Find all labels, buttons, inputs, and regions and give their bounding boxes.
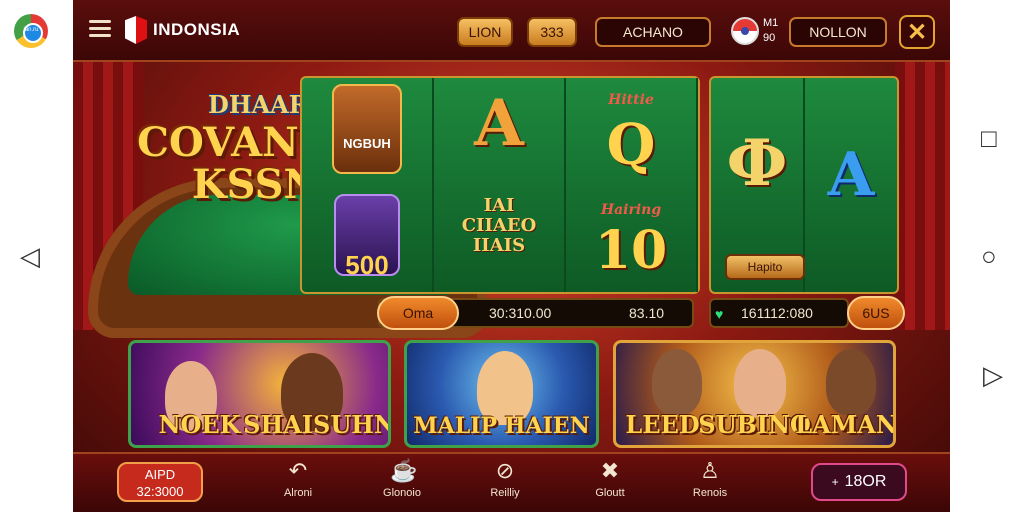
bet-value: 18OR	[844, 473, 887, 490]
close-button[interactable]: ✕	[899, 15, 935, 49]
person-icon: ♙	[700, 458, 720, 483]
info-value-3: 161112:080	[741, 305, 813, 321]
balance-value: 32:3000	[136, 484, 184, 499]
browser-app-icon[interactable]: jan.ru	[14, 14, 48, 48]
top-button-3[interactable]: ACHANO	[595, 17, 711, 47]
flag-icon[interactable]	[731, 17, 759, 45]
card-3-face-3	[826, 349, 876, 415]
card-3-title-right: LAMAN	[795, 410, 896, 439]
top-button-2[interactable]: 333	[527, 17, 577, 47]
nav-item-2[interactable]: ☕ Glonoio	[367, 458, 437, 500]
compass-icon: ⊘	[495, 458, 515, 483]
nav-item-2-label: Glonoio	[383, 487, 421, 499]
game-card-1[interactable]: NOEK SHAISUHN	[128, 340, 391, 448]
info-value-1: 30:310.00	[489, 305, 552, 321]
card-3-face-1	[652, 349, 702, 415]
info-pill-right[interactable]: 6US	[847, 296, 905, 330]
slot-reels-side[interactable]: Ф Hapito A	[709, 76, 899, 294]
curtain-right	[895, 60, 950, 330]
nav-item-5[interactable]: ♙ Renois	[675, 458, 745, 500]
game-card-3[interactable]: LEED SUBINO LAMAN	[613, 340, 896, 448]
nav-item-3-label: Reilliy	[490, 487, 520, 499]
nav-item-5-label: Renois	[692, 487, 728, 499]
flag-text-2: 90	[763, 32, 776, 44]
heart-icon: ♥	[715, 306, 724, 322]
reel-3: Hittie Q Hairing 10	[566, 78, 698, 292]
info-pill-left[interactable]: Oma	[377, 296, 459, 330]
recents-nav-icon[interactable]: □	[981, 125, 997, 151]
card-1-title-right: SHAISUHN	[243, 410, 391, 439]
top-button-1[interactable]: LION	[457, 17, 513, 47]
letter-a-blue-symbol: A	[827, 140, 875, 210]
game-card-2[interactable]: MALIP HAIEN	[404, 340, 599, 448]
reel-4: Ф Hapito	[711, 78, 805, 292]
cup-icon: ☕	[390, 458, 418, 483]
reel-2: A IAI CIIAEO IIAIS	[434, 78, 566, 292]
brand-name: INDONSIA	[153, 20, 241, 39]
nav-item-4[interactable]: ✖ Gloutt	[575, 458, 645, 500]
letter-a-symbol: A	[474, 86, 524, 161]
home-nav-icon[interactable]: ○	[981, 243, 997, 269]
info-value-2: 83.10	[629, 305, 665, 321]
nav-item-3[interactable]: ⊘ Reilliy	[470, 458, 540, 500]
menu-icon[interactable]	[89, 20, 111, 38]
letter-q-symbol: Q	[606, 112, 656, 178]
reel-1: NGBUH 500	[302, 78, 434, 292]
reel-4-symbol: Ф	[726, 126, 788, 201]
reel-3-top-label: Hittie	[608, 92, 654, 108]
number-10-symbol: 10	[594, 220, 668, 281]
card-2-title: MALIP HAIEN	[413, 413, 590, 439]
nav-item-1[interactable]: ↶ Alroni	[263, 458, 333, 500]
flag-text-1: M1	[763, 17, 779, 29]
bottom-bar: AIPD 32:3000 ↶ Alroni ☕ Glonoio ⊘ Reilli…	[73, 452, 950, 512]
reel-3-bottom-label: Hairing	[600, 202, 662, 218]
reel-1-top-label: NGBUH	[343, 136, 391, 151]
slot-reels[interactable]: NGBUH 500 A IAI CIIAEO IIAIS Hittie Q Ha…	[300, 76, 700, 294]
reel-2-bottom-symbol: IAI CIIAEO IIAIS	[461, 195, 537, 256]
back-nav-icon[interactable]: ◁	[20, 243, 40, 269]
hapito-button[interactable]: Hapito	[725, 254, 805, 280]
bet-button[interactable]: + 18OR	[811, 463, 907, 501]
system-right-bar: □ ○ ▷	[950, 0, 1024, 512]
back-arrow-icon: ↶	[288, 458, 308, 483]
balance-label: AIPD	[144, 467, 176, 482]
reel-5: A	[805, 78, 897, 292]
nav-item-4-label: Gloutt	[595, 487, 625, 499]
tools-icon: ✖	[600, 458, 620, 483]
nav-item-1-label: Alroni	[283, 487, 313, 499]
game-screen: INDONSIA LION 333 ACHANO M1 90 NOLLON ✕ …	[73, 0, 950, 512]
browser-icon-label: jan.ru	[23, 27, 39, 33]
brand-logo-icon	[125, 16, 147, 44]
system-left-bar: jan.ru ◁	[0, 0, 73, 512]
game-subtitle: DHAAR	[208, 90, 309, 119]
balance-box[interactable]: AIPD 32:3000	[117, 462, 203, 502]
bull-symbol-icon	[332, 84, 402, 174]
rotate-nav-icon[interactable]: ▷	[983, 362, 1003, 388]
bet-prefix: +	[831, 475, 839, 489]
top-button-4[interactable]: NOLLON	[789, 17, 887, 47]
reel-1-bottom-label: 500	[345, 250, 389, 280]
top-bar: INDONSIA LION 333 ACHANO M1 90 NOLLON ✕	[73, 0, 950, 62]
card-3-face-2	[734, 349, 786, 417]
